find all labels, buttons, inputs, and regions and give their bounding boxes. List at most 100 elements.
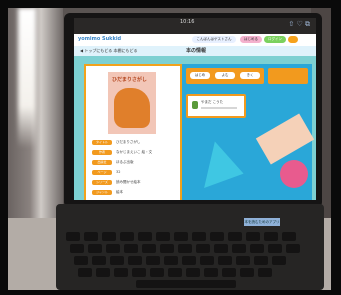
keyboard-key[interactable] — [88, 244, 102, 253]
meta-value: 32 — [116, 170, 121, 174]
app-logo[interactable]: yomimo Sukkid — [78, 36, 121, 42]
book-info-card: ひだまりさがし タイトル ひだまりさがし 作者 なかじまえいこ 絵・文 出版社 … — [84, 64, 182, 200]
status-icons[interactable]: ⇧ ♡ ⧉ — [288, 20, 310, 29]
meta-row: 作者 なかじまえいこ 絵・文 — [92, 150, 174, 156]
keyboard-key[interactable] — [110, 256, 124, 265]
meta-label: シリーズ — [92, 180, 112, 185]
meta-value: ほるぷ出版 — [116, 160, 134, 164]
page-title: 本の情報 — [186, 48, 207, 54]
tab-listen[interactable]: きく — [240, 72, 260, 79]
book-cover-title: ひだまりさがし — [112, 77, 147, 83]
keyboard-key[interactable] — [250, 244, 264, 253]
keyboard-key[interactable] — [196, 244, 210, 253]
keyboard-key[interactable] — [272, 256, 286, 265]
keyboard-key[interactable] — [146, 256, 160, 265]
keyboard-key[interactable] — [138, 232, 152, 241]
keyboard-brand-label: 本を読むためのアプリ — [244, 218, 280, 226]
voice-line — [201, 107, 237, 109]
app-header: yomimo Sukkid こんばんはゲストさん はじめる ログイン — [74, 34, 316, 46]
meta-label: 作者 — [92, 150, 112, 155]
meta-row: シリーズ 読み聞かせ絵本 — [92, 180, 174, 186]
status-time: 10:16 — [180, 19, 195, 25]
keyboard-key[interactable] — [124, 244, 138, 253]
keyboard-key[interactable] — [222, 268, 236, 277]
keyboard-key[interactable] — [132, 268, 146, 277]
book-cover[interactable]: ひだまりさがし — [108, 72, 156, 134]
keyboard-key[interactable] — [84, 232, 98, 241]
keyboard-key[interactable] — [164, 256, 178, 265]
reader-panel: はじめ よむ きく やまだ こうた — [182, 64, 315, 200]
keyboard-key[interactable] — [186, 268, 200, 277]
keyboard-key[interactable] — [70, 244, 84, 253]
voice-card-inner: やまだ こうた — [188, 96, 244, 116]
login-button[interactable]: ログイン — [264, 36, 286, 43]
keyboard-key[interactable] — [120, 232, 134, 241]
keyboard-key[interactable] — [78, 268, 92, 277]
back-link[interactable]: ◀ トップにもどる 本棚にもどる — [80, 48, 137, 54]
keyboard-key[interactable] — [282, 232, 296, 241]
spacebar[interactable] — [136, 280, 236, 288]
meta-label: タイトル — [92, 140, 112, 145]
tablet-screen: 10:16 ⇧ ♡ ⧉ yomimo Sukkid こんばんはゲストさん はじめ… — [74, 18, 316, 200]
keyboard-key[interactable] — [102, 232, 116, 241]
decorative-circle — [280, 160, 308, 188]
keyboard-key[interactable] — [142, 244, 156, 253]
keyboard-key[interactable] — [174, 232, 188, 241]
keyboard-key[interactable] — [258, 268, 272, 277]
keyboard-key[interactable] — [264, 232, 278, 241]
keyboard-key[interactable] — [106, 244, 120, 253]
keyboard-key[interactable] — [232, 244, 246, 253]
meta-value: なかじまえいこ 絵・文 — [116, 150, 153, 154]
voice-card[interactable]: やまだ こうた — [186, 94, 246, 118]
keyboard-key[interactable] — [156, 232, 170, 241]
keyboard-key[interactable] — [114, 268, 128, 277]
menu-button[interactable] — [288, 36, 298, 43]
tab-bar: はじめ よむ きく — [186, 68, 264, 84]
meta-value: 絵本 — [116, 190, 123, 194]
keyboard-key[interactable] — [214, 244, 228, 253]
keyboard-key[interactable] — [178, 244, 192, 253]
keyboard-key[interactable] — [168, 268, 182, 277]
meta-label: 出版社 — [92, 160, 112, 165]
meta-label: ページ — [92, 170, 112, 175]
triangle-shape — [190, 136, 244, 188]
keyboard-key[interactable] — [254, 256, 268, 265]
keyboard-key[interactable] — [218, 256, 232, 265]
keyboard-key[interactable] — [200, 256, 214, 265]
keyboard-key[interactable] — [96, 268, 110, 277]
keyboard-key[interactable] — [182, 256, 196, 265]
photo: 10:16 ⇧ ♡ ⧉ yomimo Sukkid こんばんはゲストさん はじめ… — [8, 8, 331, 290]
keyboard-key[interactable] — [92, 256, 106, 265]
keyboard-key[interactable] — [228, 232, 242, 241]
keyboard-key[interactable] — [210, 232, 224, 241]
keyboard-key[interactable] — [286, 244, 300, 253]
keyboard-key[interactable] — [236, 256, 250, 265]
decorative-shape — [255, 113, 315, 165]
keyboard-key[interactable] — [204, 268, 218, 277]
keyboard-key[interactable] — [192, 232, 206, 241]
keyboard-key[interactable] — [74, 256, 88, 265]
greeting-pill: こんばんはゲストさん — [192, 36, 236, 43]
light-streak — [18, 8, 36, 148]
meta-value: ひだまりさがし — [116, 140, 141, 144]
status-bar: 10:16 ⇧ ♡ ⧉ — [74, 18, 316, 34]
meta-row: タイトル ひだまりさがし — [92, 140, 174, 146]
keyboard-key[interactable] — [268, 244, 282, 253]
keyboard-key[interactable] — [128, 256, 142, 265]
meta-row: 出版社 ほるぷ出版 — [92, 160, 174, 166]
tab-read[interactable]: よむ — [215, 72, 235, 79]
keyboard-key[interactable] — [240, 268, 254, 277]
keyboard-key[interactable] — [66, 232, 80, 241]
sub-navigation: ◀ トップにもどる 本棚にもどる 本の情報 — [74, 46, 316, 56]
keyboard-key[interactable] — [246, 232, 260, 241]
keyboard-key[interactable] — [160, 244, 174, 253]
side-button[interactable] — [268, 68, 308, 84]
start-button[interactable]: はじめる — [240, 36, 262, 43]
microphone-icon — [192, 101, 198, 109]
meta-row: ジャンル 絵本 — [92, 190, 174, 196]
keyboard-key[interactable] — [150, 268, 164, 277]
dog-illustration — [114, 88, 150, 128]
tab-start[interactable]: はじめ — [190, 72, 210, 79]
meta-value: 読み聞かせ絵本 — [116, 180, 141, 184]
keyboard-case: 本を読むためのアプリ — [56, 204, 324, 290]
